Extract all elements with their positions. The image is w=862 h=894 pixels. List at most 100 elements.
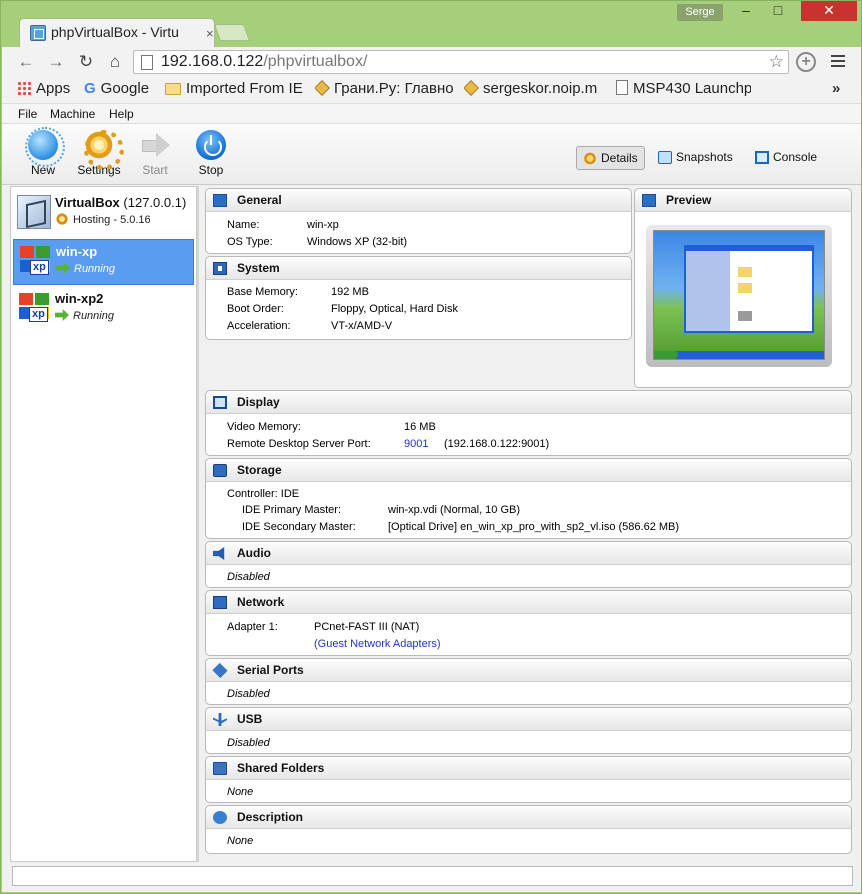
- system-header[interactable]: System: [206, 257, 631, 280]
- menu-bar: File Machine Help: [2, 104, 861, 124]
- acceleration-label: Acceleration:: [227, 320, 291, 332]
- minimize-button[interactable]: –: [731, 1, 761, 21]
- vm-list-item-win-xp2[interactable]: xp win-xp2 Running: [13, 287, 194, 333]
- maximize-button[interactable]: □: [763, 1, 793, 21]
- shared-folders-section: Shared Folders None: [205, 756, 852, 803]
- os-type-label: OS Type:: [227, 236, 273, 248]
- name-label: Name:: [227, 219, 260, 231]
- usb-value: Disabled: [227, 737, 270, 749]
- vm-list-item-win-xp[interactable]: xp win-xp Running: [13, 239, 194, 285]
- details-gear-icon: [583, 152, 597, 165]
- network-section: Network Adapter 1: PCnet-FAST III (NAT) …: [205, 590, 852, 656]
- vbox-toolbar: New Settings Start Stop Details Snapshot…: [2, 124, 861, 185]
- serial-ports-value: Disabled: [227, 688, 270, 700]
- base-memory-label: Base Memory:: [227, 286, 298, 298]
- page-icon: [141, 55, 153, 70]
- audio-title: Audio: [237, 546, 271, 560]
- bookmark-grani[interactable]: Грани.Ру: Главно: [315, 80, 453, 100]
- close-window-button[interactable]: ✕: [801, 1, 857, 21]
- usb-icon: [213, 713, 227, 726]
- boot-order-label: Boot Order:: [227, 303, 284, 315]
- power-icon: [196, 130, 226, 160]
- start-button-preview: [654, 351, 678, 359]
- vm-preview-thumbnail[interactable]: [646, 225, 832, 367]
- general-icon: [213, 194, 227, 207]
- ide-primary-label: IDE Primary Master:: [242, 504, 342, 516]
- stop-button[interactable]: Stop: [184, 130, 238, 182]
- ide-secondary-label: IDE Secondary Master:: [242, 521, 356, 533]
- vm-state: Running: [55, 309, 114, 322]
- serial-port-icon: [212, 662, 228, 679]
- tab-details[interactable]: Details: [576, 146, 645, 170]
- bookmarks-overflow-icon[interactable]: »: [832, 80, 840, 97]
- menu-file[interactable]: File: [18, 107, 37, 121]
- serial-ports-header[interactable]: Serial Ports: [206, 659, 851, 682]
- description-header[interactable]: Description: [206, 806, 851, 829]
- tab-close-icon[interactable]: ×: [206, 26, 214, 41]
- display-header[interactable]: Display: [206, 391, 851, 414]
- address-bar[interactable]: 192.168.0.122/phpvirtualbox/ ☆: [133, 50, 789, 74]
- menu-help[interactable]: Help: [109, 107, 134, 121]
- bookmark-msp430[interactable]: MSP430 Launchp: [616, 80, 751, 100]
- rdp-address-value: (192.168.0.122:9001): [444, 438, 550, 450]
- base-memory-value: 192 MB: [331, 286, 369, 298]
- guest-network-adapters-link[interactable]: (Guest Network Adapters): [314, 638, 441, 650]
- new-vm-button[interactable]: New: [16, 127, 70, 182]
- shared-folders-header[interactable]: Shared Folders: [206, 757, 851, 780]
- storage-header[interactable]: Storage: [206, 459, 851, 482]
- vm-state: Hosting - 5.0.16: [55, 213, 151, 226]
- bookmark-google[interactable]: G Google: [84, 80, 149, 100]
- shared-folders-title: Shared Folders: [237, 761, 325, 775]
- description-section: Description None: [205, 805, 852, 854]
- home-icon[interactable]: ⌂: [105, 52, 125, 72]
- explorer-window-preview: [684, 245, 814, 333]
- profile-user-badge[interactable]: Serge: [677, 4, 723, 21]
- menu-machine[interactable]: Machine: [50, 107, 95, 121]
- usb-header[interactable]: USB: [206, 708, 851, 731]
- rdp-port-link[interactable]: 9001: [404, 438, 428, 450]
- network-icon: [213, 596, 227, 609]
- name-value: win-xp: [307, 219, 339, 231]
- browser-window: phpVirtualBox - Virtu × Serge – □ ✕ ← → …: [0, 0, 862, 894]
- taskbar-preview: [654, 351, 824, 359]
- preview-section: Preview: [634, 188, 852, 388]
- browser-tab[interactable]: phpVirtualBox - Virtu ×: [19, 18, 215, 47]
- new-tab-button[interactable]: [213, 24, 251, 41]
- tab-console[interactable]: Console: [749, 146, 823, 170]
- new-icon: [25, 127, 65, 167]
- hosting-gear-icon: [55, 213, 69, 225]
- back-arrow-icon[interactable]: ←: [16, 52, 36, 72]
- storage-title: Storage: [237, 463, 282, 477]
- console-label: Console: [773, 150, 818, 164]
- display-section: Display Video Memory: 16 MB Remote Deskt…: [205, 390, 852, 456]
- add-extension-icon[interactable]: +: [796, 52, 816, 72]
- bookmark-imported-from-ie[interactable]: Imported From IE: [165, 80, 303, 100]
- vm-list: VirtualBox (127.0.0.1) Hosting - 5.0.16 …: [10, 186, 197, 862]
- snapshots-label: Snapshots: [676, 150, 733, 164]
- preview-icon: [642, 194, 656, 207]
- system-title: System: [237, 261, 280, 275]
- bookmark-apps[interactable]: Apps: [17, 80, 70, 100]
- tab-snapshots[interactable]: Snapshots: [652, 146, 739, 170]
- preview-title: Preview: [666, 193, 712, 207]
- folder-icon: [165, 83, 181, 95]
- forward-arrow-icon[interactable]: →: [46, 52, 66, 72]
- url-text[interactable]: 192.168.0.122/phpvirtualbox/: [161, 53, 367, 71]
- browser-menu-icon[interactable]: [831, 55, 845, 67]
- network-header[interactable]: Network: [206, 591, 851, 614]
- box-icon: [315, 80, 330, 96]
- bookmark-star-icon[interactable]: ☆: [769, 52, 784, 72]
- settings-button[interactable]: Settings: [72, 130, 126, 182]
- page-icon: [616, 80, 628, 95]
- splitter[interactable]: [197, 186, 199, 862]
- start-button[interactable]: Start: [128, 130, 182, 182]
- bookmark-sergeskor[interactable]: sergeskor.noip.m: [464, 80, 602, 100]
- start-arrow-icon: [140, 130, 170, 160]
- vm-name: VirtualBox (127.0.0.1): [55, 195, 187, 210]
- general-header[interactable]: General: [206, 189, 631, 212]
- adapter-label: Adapter 1:: [227, 621, 278, 633]
- audio-header[interactable]: Audio: [206, 542, 851, 565]
- preview-header[interactable]: Preview: [635, 189, 851, 212]
- reload-icon[interactable]: ↻: [76, 52, 96, 72]
- vm-list-item-host[interactable]: VirtualBox (127.0.0.1) Hosting - 5.0.16: [13, 191, 194, 237]
